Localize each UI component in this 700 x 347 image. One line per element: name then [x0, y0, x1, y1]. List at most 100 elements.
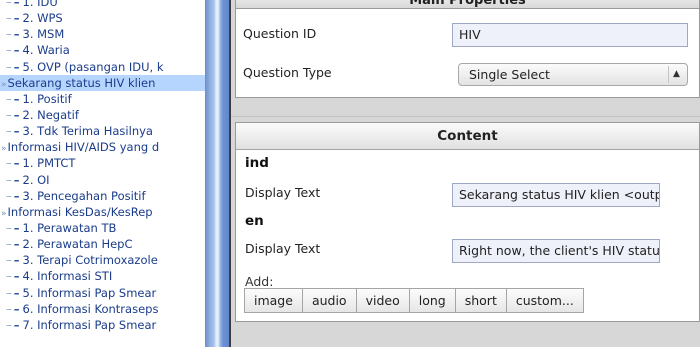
- tree-group[interactable]: »Informasi HIV/AIDS yang d: [0, 139, 205, 155]
- tree-option[interactable]: – –1. Positif: [0, 91, 205, 107]
- add-video-button[interactable]: video: [355, 288, 410, 313]
- language-label-en: en: [245, 213, 264, 229]
- tree-connector-icon: –: [6, 188, 12, 203]
- tree-list: – –1. IDU – –2. WPS – –3. MSM – –4. Waria – –5. O…: [0, 0, 205, 333]
- option-bullet-icon: –: [13, 172, 20, 187]
- add-custom-button[interactable]: custom...: [505, 288, 584, 313]
- tree-item-label: 1. Perawatan TB: [22, 220, 117, 235]
- tree-item-label: 4. Waria: [22, 43, 70, 58]
- tree-connector-icon: –: [6, 269, 12, 284]
- group-marker-icon: »: [1, 208, 7, 219]
- add-audio-button[interactable]: audio: [301, 288, 357, 313]
- tree-item-label: 5. Informasi Pap Smear: [22, 285, 157, 300]
- tree-option[interactable]: – –3. Pencegahan Positif: [0, 188, 205, 204]
- option-bullet-icon: –: [13, 220, 20, 235]
- tree-option[interactable]: – –1. PMTCT: [0, 155, 205, 171]
- tree-connector-icon: –: [6, 220, 12, 235]
- tree-item-label: Informasi KesDas/KesRep: [7, 204, 153, 219]
- question-type-label: Question Type: [243, 65, 332, 80]
- tree-connector-icon: –: [6, 156, 12, 171]
- option-bullet-icon: –: [13, 317, 20, 332]
- tree-connector-icon: –: [6, 124, 12, 139]
- tree-option[interactable]: – –3. MSM: [0, 26, 205, 42]
- tree-connector-icon: –: [6, 172, 12, 187]
- option-bullet-icon: –: [13, 269, 20, 284]
- option-bullet-icon: –: [13, 11, 20, 26]
- tree-connector-icon: –: [6, 59, 12, 74]
- tree-connector-icon: –: [6, 285, 12, 300]
- add-label: Add:: [245, 274, 274, 289]
- content-header: Content: [236, 123, 699, 150]
- properties-panel: Main Properties Question ID HIV Question…: [235, 0, 700, 98]
- tree-group[interactable]: »Sekarang status HIV klien: [0, 74, 205, 91]
- option-bullet-icon: –: [13, 285, 20, 300]
- tree-connector-icon: –: [6, 237, 12, 252]
- tree-option[interactable]: – –1. Perawatan TB: [0, 220, 205, 236]
- properties-header: Main Properties: [236, 0, 699, 9]
- language-label-ind: ind: [245, 155, 269, 171]
- tree-item-label: 2. OI: [22, 172, 50, 187]
- tree-connector-icon: –: [6, 27, 12, 42]
- tree-item-label: 5. OVP (pasangan IDU, k: [22, 59, 164, 74]
- tree-option[interactable]: – –4. Informasi STI: [0, 268, 205, 284]
- tree-item-label: 1. PMTCT: [22, 156, 76, 171]
- tree-connector-icon: –: [6, 317, 12, 332]
- group-marker-icon: »: [1, 144, 7, 155]
- tree-option[interactable]: – –5. Informasi Pap Smear: [0, 285, 205, 301]
- tree-option[interactable]: – –1. IDU: [0, 0, 205, 10]
- add-short-button[interactable]: short: [454, 288, 507, 313]
- tree-item-label: 2. WPS: [22, 11, 63, 26]
- option-bullet-icon: –: [13, 91, 20, 106]
- tree-option[interactable]: – –6. Informasi Kontraseps: [0, 301, 205, 317]
- option-bullet-icon: –: [13, 124, 20, 139]
- tree-option[interactable]: – –7. Informasi Pap Smear: [0, 317, 205, 333]
- option-bullet-icon: –: [13, 43, 20, 58]
- section-divider: [231, 116, 700, 117]
- question-tree[interactable]: – –1. IDU – –2. WPS – –3. MSM – –4. Waria – –5. O…: [0, 0, 205, 347]
- splitter-bar[interactable]: [205, 0, 230, 347]
- tree-item-label: 2. Perawatan HepC: [22, 237, 133, 252]
- question-type-value: Single Select: [469, 67, 550, 82]
- option-bullet-icon: –: [13, 156, 20, 171]
- tree-option[interactable]: – –3. Tdk Terima Hasilnya: [0, 123, 205, 139]
- tree-option[interactable]: – –5. OVP (pasangan IDU, k: [0, 59, 205, 75]
- add-button-row: image audio video long short custom...: [244, 288, 584, 313]
- tree-option[interactable]: – –2. OI: [0, 172, 205, 188]
- tree-option[interactable]: – –2. Negatif: [0, 107, 205, 123]
- group-marker-icon: »: [1, 79, 7, 90]
- tree-group[interactable]: »Informasi KesDas/KesRep: [0, 204, 205, 220]
- display-text-field-ind[interactable]: Sekarang status HIV klien <output: [452, 183, 660, 207]
- tree-item-label: 3. Tdk Terima Hasilnya: [22, 124, 153, 139]
- display-text-label-ind: Display Text: [245, 185, 321, 200]
- tree-item-label: 2. Negatif: [22, 107, 79, 122]
- tree-connector-icon: –: [6, 91, 12, 106]
- content-panel: Content ind Display Text Sekarang status…: [235, 122, 700, 322]
- tree-item-label: 4. Informasi STI: [22, 269, 113, 284]
- option-bullet-icon: –: [13, 237, 20, 252]
- tree-option[interactable]: – –3. Terapi Cotrimoxazole: [0, 252, 205, 268]
- option-bullet-icon: –: [13, 107, 20, 122]
- display-text-field-en[interactable]: Right now, the client's HIV status: [452, 239, 660, 263]
- tree-item-label: 7. Informasi Pap Smear: [22, 317, 157, 332]
- question-id-label: Question ID: [243, 26, 317, 41]
- display-text-label-en: Display Text: [245, 241, 321, 256]
- tree-item-label: Sekarang status HIV klien: [7, 75, 156, 90]
- tree-option[interactable]: – –4. Waria: [0, 42, 205, 58]
- option-bullet-icon: –: [13, 301, 20, 316]
- tree-option[interactable]: – –2. Perawatan HepC: [0, 236, 205, 252]
- question-id-field[interactable]: HIV: [452, 23, 688, 47]
- option-bullet-icon: –: [13, 59, 20, 74]
- add-image-button[interactable]: image: [244, 288, 303, 313]
- tree-connector-icon: –: [6, 43, 12, 58]
- add-long-button[interactable]: long: [408, 288, 456, 313]
- tree-option[interactable]: – –2. WPS: [0, 10, 205, 26]
- tree-connector-icon: –: [6, 11, 12, 26]
- tree-connector-icon: –: [6, 107, 12, 122]
- tree-item-label: 3. Terapi Cotrimoxazole: [22, 253, 158, 268]
- question-type-select[interactable]: Single Select ▲: [458, 63, 688, 86]
- tree-item-label: 6. Informasi Kontraseps: [22, 301, 159, 316]
- tree-connector-icon: –: [6, 0, 12, 9]
- tree-connector-icon: –: [6, 301, 12, 316]
- tree-item-label: 3. MSM: [22, 27, 65, 42]
- option-bullet-icon: –: [13, 188, 20, 203]
